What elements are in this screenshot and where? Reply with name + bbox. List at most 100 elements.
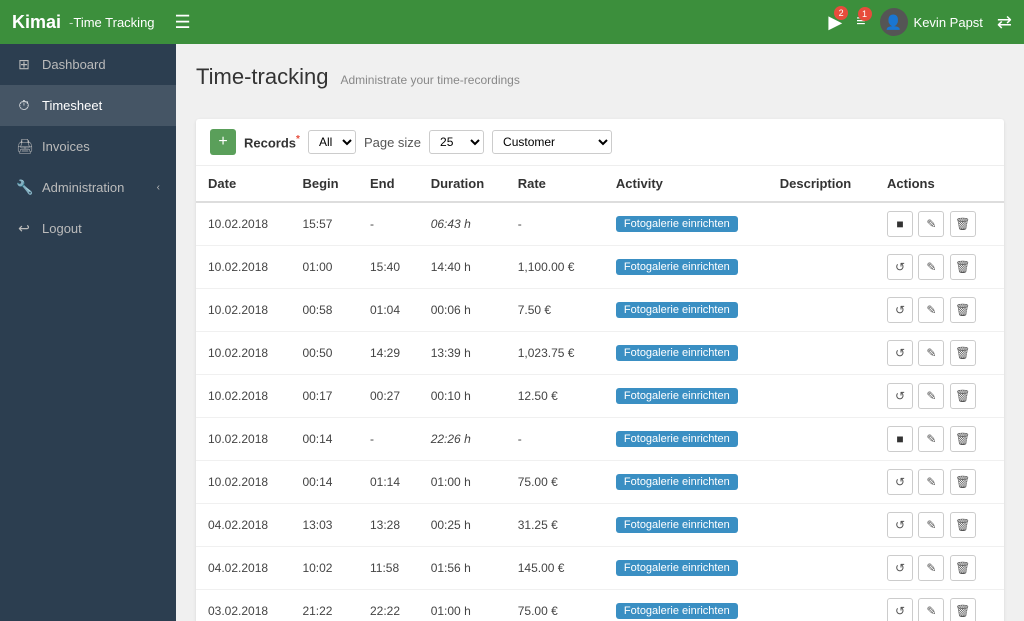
cell-actions: ↺ ✎ 🗑 <box>875 332 1004 375</box>
cell-rate: - <box>506 418 604 461</box>
cell-description <box>768 289 875 332</box>
play-badge: 2 <box>834 6 848 20</box>
delete-button[interactable]: 🗑 <box>950 512 976 538</box>
cell-actions: ■ ✎ 🗑 <box>875 418 1004 461</box>
cell-begin: 01:00 <box>290 246 358 289</box>
restart-button[interactable]: ↺ <box>887 340 913 366</box>
cell-activity: Fotogalerie einrichten <box>604 504 768 547</box>
cell-date: 10.02.2018 <box>196 289 290 332</box>
stop-button[interactable]: ■ <box>887 211 913 237</box>
cell-date: 10.02.2018 <box>196 461 290 504</box>
share-icon[interactable]: ⇄ <box>997 12 1012 33</box>
cell-date: 04.02.2018 <box>196 504 290 547</box>
table-row: 10.02.2018 01:00 15:40 14:40 h 1,100.00 … <box>196 246 1004 289</box>
cell-date: 10.02.2018 <box>196 418 290 461</box>
col-rate: Rate <box>506 166 604 202</box>
table-row: 04.02.2018 10:02 11:58 01:56 h 145.00 € … <box>196 547 1004 590</box>
user-menu[interactable]: 👤 Kevin Papst <box>880 8 983 36</box>
sidebar-item-timesheet[interactable]: ⏱ Timesheet <box>0 85 176 126</box>
sidebar-item-logout[interactable]: ↩ Logout <box>0 208 176 249</box>
cell-duration: 00:10 h <box>419 375 506 418</box>
cell-begin: 00:17 <box>290 375 358 418</box>
cell-end: 01:14 <box>358 461 419 504</box>
sidebar-item-dashboard[interactable]: ⊞ Dashboard <box>0 44 176 85</box>
edit-button[interactable]: ✎ <box>918 426 944 452</box>
cell-begin: 00:50 <box>290 332 358 375</box>
cell-activity: Fotogalerie einrichten <box>604 332 768 375</box>
add-entry-button[interactable]: + <box>210 129 236 155</box>
delete-button[interactable]: 🗑 <box>950 297 976 323</box>
cell-activity: Fotogalerie einrichten <box>604 418 768 461</box>
restart-button[interactable]: ↺ <box>887 383 913 409</box>
records-select[interactable]: All <box>308 130 356 154</box>
restart-button[interactable]: ↺ <box>887 598 913 621</box>
delete-button[interactable]: 🗑 <box>950 598 976 621</box>
records-label: Records* <box>244 134 300 150</box>
brand-name: Kimai <box>12 12 61 33</box>
edit-button[interactable]: ✎ <box>918 254 944 280</box>
delete-button[interactable]: 🗑 <box>950 469 976 495</box>
col-description: Description <box>768 166 875 202</box>
col-date: Date <box>196 166 290 202</box>
cell-rate: 1,100.00 € <box>506 246 604 289</box>
page-title-row: Time-tracking Administrate your time-rec… <box>196 64 1004 103</box>
activity-badge: Fotogalerie einrichten <box>616 474 738 490</box>
table-body: 10.02.2018 15:57 - 06:43 h - Fotogalerie… <box>196 202 1004 621</box>
activity-badge: Fotogalerie einrichten <box>616 603 738 619</box>
table-header-row: Date Begin End Duration Rate Activity De… <box>196 166 1004 202</box>
stop-button[interactable]: ■ <box>887 426 913 452</box>
delete-button[interactable]: 🗑 <box>950 555 976 581</box>
customer-select[interactable]: Customer <box>492 130 612 154</box>
cell-description <box>768 504 875 547</box>
edit-button[interactable]: ✎ <box>918 297 944 323</box>
restart-button[interactable]: ↺ <box>887 555 913 581</box>
sidebar-item-administration[interactable]: 🔧 Administration ‹ <box>0 167 176 208</box>
cell-duration: 14:40 h <box>419 246 506 289</box>
col-duration: Duration <box>419 166 506 202</box>
edit-button[interactable]: ✎ <box>918 555 944 581</box>
edit-button[interactable]: ✎ <box>918 340 944 366</box>
cell-begin: 10:02 <box>290 547 358 590</box>
col-begin: Begin <box>290 166 358 202</box>
play-button[interactable]: ▶ 2 <box>828 12 842 33</box>
delete-button[interactable]: 🗑 <box>950 426 976 452</box>
sidebar: ⊞ Dashboard ⏱ Timesheet 🖨 Invoices 🔧 Adm… <box>0 44 176 621</box>
sidebar-label-dashboard: Dashboard <box>42 57 160 72</box>
invoices-icon: 🖨 <box>16 138 32 155</box>
doc-button[interactable]: ≡ 1 <box>856 13 865 31</box>
cell-description <box>768 246 875 289</box>
cell-description <box>768 418 875 461</box>
cell-description <box>768 375 875 418</box>
page-size-select[interactable]: 25 50 100 <box>429 130 484 154</box>
restart-button[interactable]: ↺ <box>887 254 913 280</box>
activity-badge: Fotogalerie einrichten <box>616 431 738 447</box>
activity-badge: Fotogalerie einrichten <box>616 345 738 361</box>
activity-badge: Fotogalerie einrichten <box>616 216 738 232</box>
sidebar-item-invoices[interactable]: 🖨 Invoices <box>0 126 176 167</box>
timesheet-icon: ⏱ <box>16 97 32 114</box>
activity-badge: Fotogalerie einrichten <box>616 259 738 275</box>
edit-button[interactable]: ✎ <box>918 211 944 237</box>
restart-button[interactable]: ↺ <box>887 512 913 538</box>
edit-button[interactable]: ✎ <box>918 512 944 538</box>
sidebar-label-logout: Logout <box>42 221 160 236</box>
user-name: Kevin Papst <box>914 15 983 30</box>
hamburger-icon[interactable]: ☰ <box>175 12 191 33</box>
cell-description <box>768 547 875 590</box>
edit-button[interactable]: ✎ <box>918 469 944 495</box>
delete-button[interactable]: 🗑 <box>950 340 976 366</box>
edit-button[interactable]: ✎ <box>918 598 944 621</box>
delete-button[interactable]: 🗑 <box>950 383 976 409</box>
delete-button[interactable]: 🗑 <box>950 254 976 280</box>
cell-activity: Fotogalerie einrichten <box>604 590 768 621</box>
cell-date: 04.02.2018 <box>196 547 290 590</box>
cell-rate: 31.25 € <box>506 504 604 547</box>
restart-button[interactable]: ↺ <box>887 297 913 323</box>
cell-activity: Fotogalerie einrichten <box>604 246 768 289</box>
edit-button[interactable]: ✎ <box>918 383 944 409</box>
table-row: 10.02.2018 00:58 01:04 00:06 h 7.50 € Fo… <box>196 289 1004 332</box>
cell-description <box>768 202 875 246</box>
chevron-icon: ‹ <box>157 182 160 193</box>
delete-button[interactable]: 🗑 <box>950 211 976 237</box>
restart-button[interactable]: ↺ <box>887 469 913 495</box>
